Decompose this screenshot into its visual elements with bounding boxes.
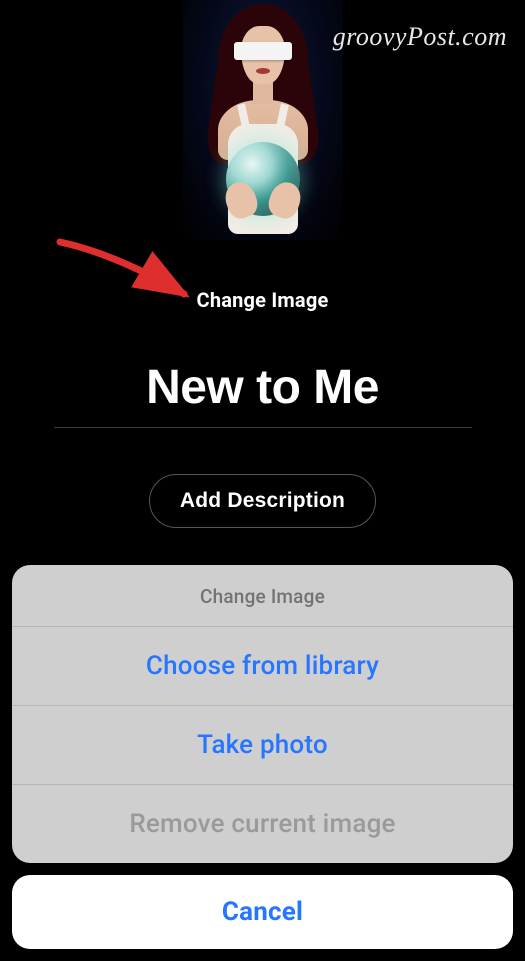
edit-playlist-screen: groovyPost.com xyxy=(0,0,525,961)
cover-section: Change Image xyxy=(183,0,343,312)
cancel-button[interactable]: Cancel xyxy=(12,875,513,949)
action-sheet-container: Change Image Choose from library Take ph… xyxy=(12,565,513,949)
annotation-arrow xyxy=(56,234,196,314)
choose-from-library-option[interactable]: Choose from library xyxy=(12,626,513,705)
action-sheet-title: Change Image xyxy=(12,565,513,626)
playlist-title-input[interactable] xyxy=(54,360,472,428)
action-sheet: Change Image Choose from library Take ph… xyxy=(12,565,513,863)
remove-current-image-option[interactable]: Remove current image xyxy=(12,784,513,863)
change-image-link[interactable]: Change Image xyxy=(197,288,329,312)
playlist-cover-image[interactable] xyxy=(183,0,343,240)
watermark-text: groovyPost.com xyxy=(333,22,507,52)
take-photo-option[interactable]: Take photo xyxy=(12,705,513,784)
add-description-button[interactable]: Add Description xyxy=(149,474,376,528)
